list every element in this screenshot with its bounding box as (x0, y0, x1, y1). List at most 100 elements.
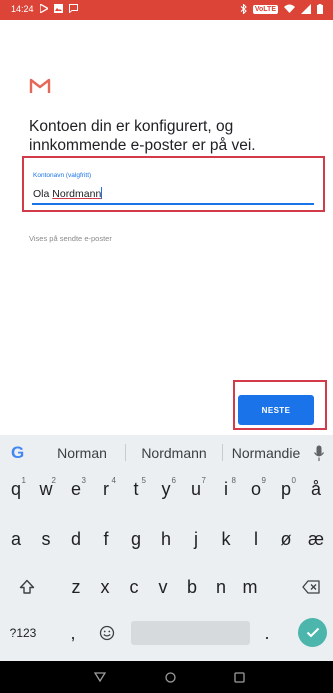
key-label: c (129, 576, 139, 597)
account-name-input[interactable]: Ola Nordmann (33, 187, 103, 200)
key-label: d (70, 528, 81, 549)
key-g[interactable]: g (122, 521, 150, 557)
key-label: a (10, 528, 21, 549)
suggestion-2[interactable]: Nordmann (128, 445, 220, 461)
backspace-key[interactable] (299, 569, 323, 605)
key-x[interactable]: x (92, 569, 118, 605)
key-æ[interactable]: æ (302, 521, 330, 557)
key-label: ø (280, 528, 292, 549)
key-å[interactable]: å (302, 471, 330, 507)
volte-icon: VoLTE (252, 4, 278, 14)
symbols-key[interactable]: ?123 (6, 615, 40, 651)
key-h[interactable]: h (152, 521, 180, 557)
key-label: o (250, 478, 261, 499)
recents-icon[interactable] (229, 667, 249, 687)
page-title-line-1: Kontoen din er konfigurert, og (29, 118, 234, 135)
key-hint: 2 (51, 476, 56, 485)
suggestion-3[interactable]: Normandie (225, 445, 307, 461)
status-time: 14:24 (11, 4, 34, 14)
key-v[interactable]: v (150, 569, 176, 605)
key-q[interactable]: q1 (2, 471, 30, 507)
key-ø[interactable]: ø (272, 521, 300, 557)
key-hint: 8 (231, 476, 236, 485)
key-row-1: q1w2e3r4t5y6u7i8o9p0å (0, 471, 333, 507)
page-title: Kontoen din er konfigurert, og innkommen… (29, 117, 319, 155)
key-label: n (215, 576, 226, 597)
key-label: y (161, 478, 171, 499)
key-label: x (100, 576, 110, 597)
image-icon (53, 4, 63, 14)
key-label: j (194, 528, 198, 549)
key-label: l (254, 528, 258, 549)
emoji-icon[interactable] (94, 615, 120, 651)
key-w[interactable]: w2 (32, 471, 60, 507)
key-row-3: zxcvbnm (0, 569, 333, 605)
key-b[interactable]: b (179, 569, 205, 605)
key-m[interactable]: m (237, 569, 263, 605)
key-y[interactable]: y6 (152, 471, 180, 507)
key-label: g (130, 528, 141, 549)
key-hint: 9 (261, 476, 266, 485)
comma-key[interactable]: , (64, 615, 82, 651)
back-icon[interactable] (90, 667, 110, 687)
key-r[interactable]: r4 (92, 471, 120, 507)
key-hint: 0 (291, 476, 296, 485)
field-underline (32, 203, 314, 205)
play-icon (38, 2, 49, 15)
key-label: z (71, 576, 81, 597)
keyboard: G Norman Nordmann Normandie q1w2e3r4t5y6… (0, 435, 333, 661)
helper-text: Vises på sendte e-poster (29, 234, 112, 243)
key-d[interactable]: d (62, 521, 90, 557)
key-label: m (242, 576, 258, 597)
suggestion-divider (125, 444, 126, 461)
key-t[interactable]: t5 (122, 471, 150, 507)
suggestion-1[interactable]: Norman (42, 445, 122, 461)
key-n[interactable]: n (208, 569, 234, 605)
key-z[interactable]: z (63, 569, 89, 605)
key-i[interactable]: i8 (212, 471, 240, 507)
key-label: h (160, 528, 171, 549)
enter-key[interactable] (298, 618, 327, 647)
account-name-field[interactable]: Kontonavn (valgfritt) Ola Nordmann (22, 156, 325, 212)
key-u[interactable]: u7 (182, 471, 210, 507)
key-label: q (10, 478, 21, 499)
mic-icon[interactable] (313, 445, 325, 462)
key-hint: 3 (81, 476, 86, 485)
key-hint: 7 (201, 476, 206, 485)
key-e[interactable]: e3 (62, 471, 90, 507)
key-s[interactable]: s (32, 521, 60, 557)
key-label: f (103, 528, 109, 549)
chat-icon (68, 4, 78, 14)
account-name-second: Nordmann (52, 188, 102, 200)
key-label: t (133, 478, 139, 499)
key-label: k (221, 528, 231, 549)
key-j[interactable]: j (182, 521, 210, 557)
key-label: æ (307, 528, 324, 549)
key-label: r (103, 478, 109, 499)
suggestion-bar: G Norman Nordmann Normandie (0, 435, 333, 471)
navigation-bar (0, 661, 333, 693)
key-label: p (280, 478, 291, 499)
key-a[interactable]: a (2, 521, 30, 557)
page-title-line-2: innkommende e-poster er på vei. (29, 137, 256, 154)
key-o[interactable]: o9 (242, 471, 270, 507)
account-name-first: Ola (33, 188, 50, 200)
period-key[interactable]: . (258, 615, 276, 651)
wifi-icon (284, 4, 295, 14)
suggestion-divider (222, 444, 223, 461)
home-icon[interactable] (160, 667, 180, 687)
key-c[interactable]: c (121, 569, 147, 605)
account-name-label: Kontonavn (valgfritt) (33, 172, 92, 179)
key-p[interactable]: p0 (272, 471, 300, 507)
key-row-4: ?123 , . (0, 615, 333, 651)
key-l[interactable]: l (242, 521, 270, 557)
battery-icon (317, 4, 323, 14)
key-k[interactable]: k (212, 521, 240, 557)
shift-key[interactable] (14, 569, 40, 605)
key-label: u (190, 478, 201, 499)
next-button[interactable]: NESTE (238, 395, 314, 425)
google-icon[interactable]: G (11, 443, 24, 463)
key-label: i (224, 478, 228, 499)
space-key[interactable] (131, 621, 250, 645)
key-f[interactable]: f (92, 521, 120, 557)
